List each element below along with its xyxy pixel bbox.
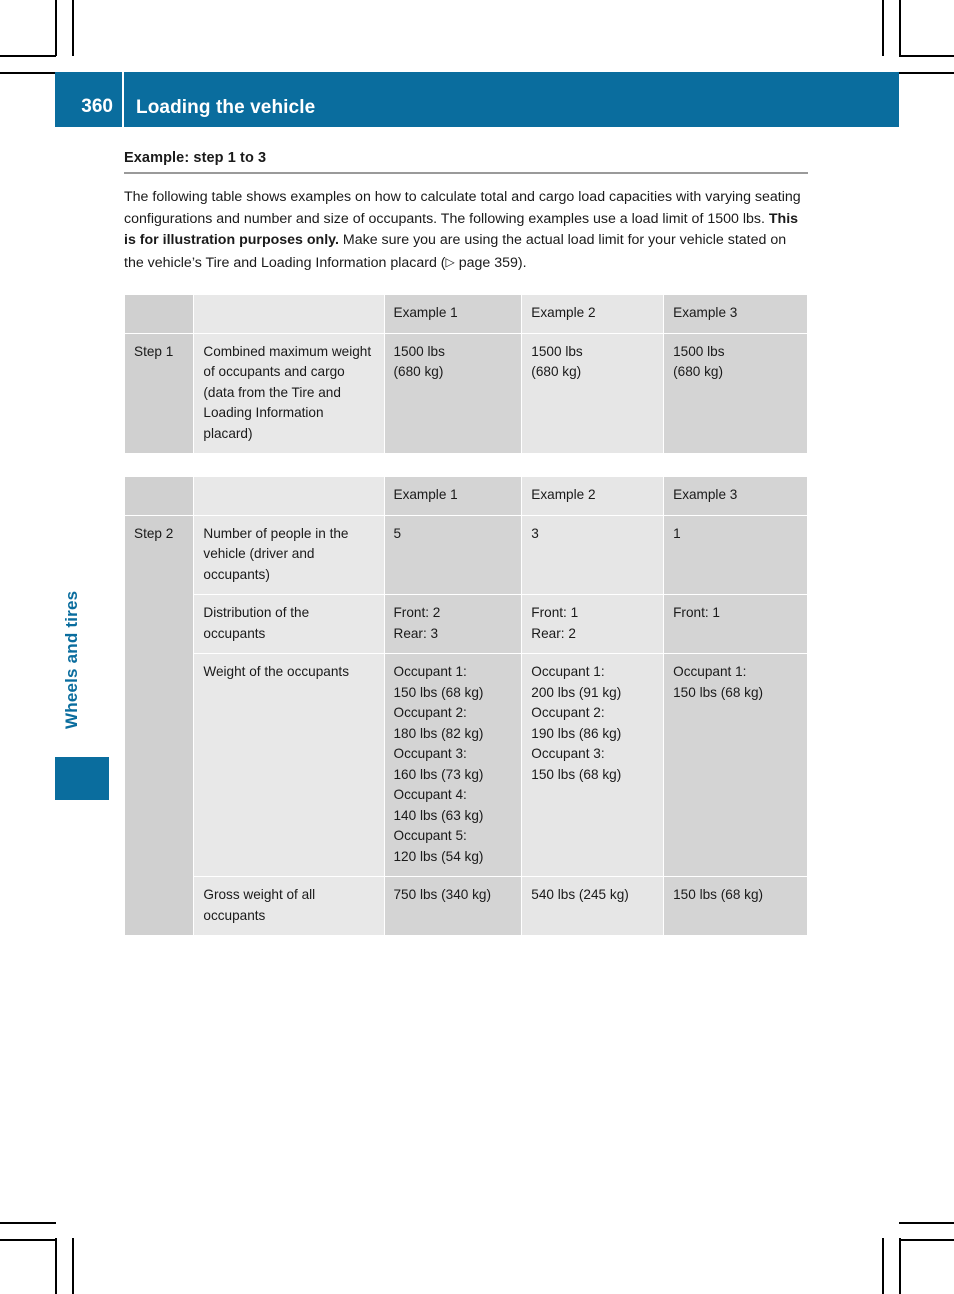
- example-3-value-cell: Occupant 1: 150 lbs (68 kg): [664, 654, 807, 876]
- example-2-value-cell: Occupant 1: 200 lbs (91 kg) Occupant 2: 190…: [522, 654, 664, 876]
- table-row: Step 2 Number of people in the vehicle (…: [125, 515, 807, 935]
- step-label-cell: Step 2: [125, 515, 194, 935]
- crop-mark: [0, 1222, 56, 1224]
- crop-mark: [72, 0, 74, 56]
- paragraph-text-part3: ).: [517, 254, 527, 271]
- header-cell-example-2: Example 2: [522, 477, 664, 515]
- header-cell-blank1: [125, 477, 194, 515]
- step-description-cell: Combined maximum weight of occupants and…: [194, 333, 384, 453]
- chapter-tab-label: Wheels and tires: [62, 590, 81, 730]
- page-title: Loading the vehicle: [136, 97, 316, 118]
- step2-table: Example 1 Example 2 Example 3 Step 2 Num…: [124, 476, 808, 936]
- chapter-tab-marker: [55, 757, 109, 800]
- cross-reference-arrow-icon: ▷: [445, 254, 455, 269]
- example-1-value-cell: Occupant 1: 150 lbs (68 kg) Occupant 2: 180…: [384, 654, 522, 876]
- table-row: Weight of the occupants Occupant 1: 150 l…: [125, 654, 807, 876]
- crop-mark: [55, 1238, 57, 1294]
- section-heading-rule: [124, 172, 808, 174]
- step-description-cell: Weight of the occupants: [194, 654, 384, 876]
- example-3-value-cell: 1500 lbs (680 kg): [664, 333, 807, 453]
- crop-mark: [882, 0, 884, 56]
- header-cell-example-1: Example 1: [384, 295, 522, 333]
- step-label-cell: Step 1: [125, 333, 194, 453]
- header-divider: [122, 72, 124, 127]
- example-3-value-cell: Front: 1: [664, 595, 807, 653]
- table-row: Distribution of the occupants Front: 2 Re…: [125, 595, 807, 653]
- example-2-value-cell: 540 lbs (245 kg): [522, 877, 664, 935]
- table-row: Gross weight of all occupants 750 lbs (3…: [125, 877, 807, 935]
- crop-mark: [0, 55, 56, 57]
- crop-mark: [899, 72, 954, 74]
- example-1-value-cell: 1500 lbs (680 kg): [384, 333, 522, 453]
- example-2-value-cell: Front: 1 Rear: 2: [522, 595, 664, 653]
- step-description-cell: Number of people in the vehicle (driver …: [194, 515, 384, 594]
- example-1-value-cell: 5: [384, 515, 522, 594]
- example-3-value-cell: 1: [664, 515, 807, 594]
- header-cell-blank2: [194, 477, 384, 515]
- header-cell-example-1: Example 1: [384, 477, 522, 515]
- example-3-value-cell: 150 lbs (68 kg): [664, 877, 807, 935]
- crop-mark: [899, 1239, 954, 1241]
- crop-mark: [899, 0, 901, 56]
- header-cell-blank1: [125, 295, 194, 333]
- example-1-value-cell: 750 lbs (340 kg): [384, 877, 522, 935]
- step1-table: Example 1 Example 2 Example 3 Step 1 Com…: [124, 294, 808, 454]
- crop-mark: [72, 1238, 74, 1294]
- crop-mark: [0, 1239, 56, 1241]
- example-2-value-cell: 3: [522, 515, 664, 594]
- crop-mark: [882, 1238, 884, 1294]
- step-description-cell: Gross weight of all occupants: [194, 877, 384, 935]
- crop-mark: [55, 0, 57, 56]
- page-content: Example: step 1 to 3 The following table…: [124, 150, 808, 958]
- example-1-value-cell: Front: 2 Rear: 3: [384, 595, 522, 653]
- crop-mark: [899, 55, 954, 57]
- cross-reference-link[interactable]: page 359: [455, 255, 518, 271]
- table-header-row: Example 1 Example 2 Example 3: [125, 295, 807, 333]
- table-row: Step 1 Combined maximum weight of occupa…: [125, 333, 807, 453]
- step-description-cell: Distribution of the occupants: [194, 595, 384, 653]
- crop-mark: [899, 1222, 954, 1224]
- crop-mark: [0, 72, 56, 74]
- header-cell-example-2: Example 2: [522, 295, 664, 333]
- header-cell-blank2: [194, 295, 384, 333]
- header-cell-example-3: Example 3: [664, 295, 807, 333]
- crop-mark: [899, 1238, 901, 1294]
- intro-paragraph: The following table shows examples on ho…: [124, 187, 808, 274]
- example-2-value-cell: 1500 lbs (680 kg): [522, 333, 664, 453]
- table-header-row: Example 1 Example 2 Example 3: [125, 477, 807, 515]
- section-heading: Example: step 1 to 3: [124, 150, 267, 166]
- header-cell-example-3: Example 3: [664, 477, 807, 515]
- page-number: 360: [81, 96, 113, 117]
- paragraph-text-part1: The following table shows examples on ho…: [124, 189, 801, 227]
